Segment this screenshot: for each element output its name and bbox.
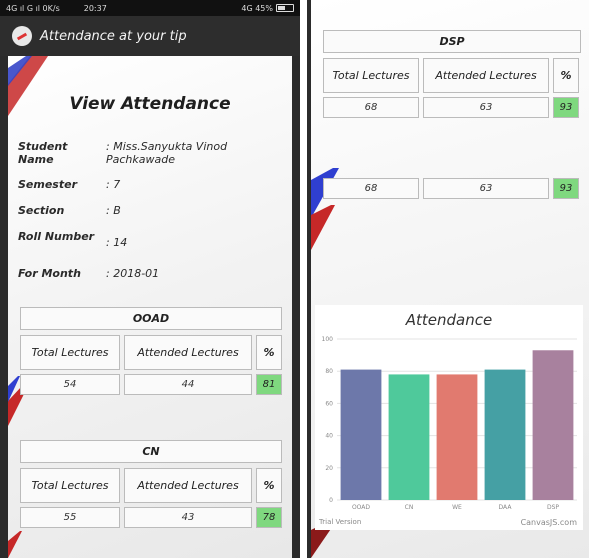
- percent-value: 81: [256, 374, 282, 395]
- attended-lectures-value: 63: [423, 178, 549, 199]
- x-tick-label: OOAD: [352, 504, 370, 511]
- info-label: For Month: [18, 267, 81, 280]
- x-tick-label: DAA: [499, 504, 513, 511]
- info-label: Roll Number: [18, 230, 95, 243]
- subject-values-row: 54 44 81: [20, 374, 282, 395]
- subject-header-row: Total Lectures Attended Lectures %: [20, 335, 282, 370]
- chart-canvas: 0 20 40 60 80 100 OOAD CN WE DAA DSP: [322, 336, 577, 511]
- percent-header: %: [256, 335, 282, 370]
- percent-value: 93: [553, 97, 579, 118]
- y-tick-label: 40: [325, 433, 333, 440]
- total-lectures-header: Total Lectures: [20, 468, 120, 503]
- subject-name: OOAD: [20, 307, 282, 330]
- app-logo-icon: [12, 26, 32, 46]
- attended-lectures-value: 63: [423, 97, 549, 118]
- attendance-chart: 0 20 40 60 80 100 OOAD CN WE DAA DSP Attendance Tr…: [315, 305, 583, 530]
- info-label: Section: [18, 204, 65, 217]
- total-lectures-value: 68: [323, 97, 419, 118]
- info-value: : 2018-01: [106, 267, 160, 280]
- bar-we: [436, 374, 478, 500]
- subject-card-dsp: DSP Total Lectures Attended Lectures % 6…: [323, 30, 581, 118]
- screenshot-root: 4G ıl G ıl 0K/s 20:37 4G 45% Attendance …: [0, 0, 589, 558]
- attended-lectures-header: Attended Lectures: [124, 335, 252, 370]
- y-tick-label: 100: [322, 336, 334, 343]
- battery-icon: [276, 4, 294, 12]
- subject-values-row-duplicate: 68 63 93: [323, 178, 581, 199]
- app-bar: Attendance at your tip: [0, 16, 300, 56]
- right-phone-screen: DSP Total Lectures Attended Lectures % 6…: [307, 0, 589, 558]
- info-row-for-month: For Month : 2018-01: [18, 267, 288, 280]
- info-row-roll-number: Roll Number : 14: [18, 230, 288, 249]
- bar-daa: [484, 369, 526, 500]
- page-title: View Attendance: [69, 94, 231, 114]
- total-lectures-header: Total Lectures: [323, 58, 419, 93]
- subject-values-row: 68 63 93: [323, 97, 581, 118]
- subject-values-row: 68 63 93: [323, 178, 581, 199]
- y-tick-label: 80: [325, 368, 333, 375]
- x-tick-label: CN: [405, 504, 414, 511]
- bar-cn: [388, 374, 430, 500]
- info-label: Semester: [18, 178, 77, 191]
- dsp-attendance-page: DSP Total Lectures Attended Lectures % 6…: [311, 0, 589, 558]
- total-lectures-header: Total Lectures: [20, 335, 120, 370]
- total-lectures-value: 68: [323, 178, 419, 199]
- chart-title: Attendance: [405, 311, 493, 329]
- info-value: : B: [106, 204, 121, 217]
- subject-values-row: 55 43 78: [20, 507, 282, 528]
- subject-name: CN: [20, 440, 282, 463]
- app-title: Attendance at your tip: [40, 28, 187, 44]
- info-value: : Miss.Sanyukta Vinod Pachkawade: [106, 140, 228, 166]
- percent-value: 78: [256, 507, 282, 528]
- info-row-section: Section : B: [18, 204, 288, 217]
- battery-label: 4G 45%: [241, 3, 273, 13]
- trial-version-label: Trial Version: [319, 518, 362, 526]
- status-right: 4G 45%: [241, 4, 294, 13]
- view-attendance-page: View Attendance Student Name : Miss.Sany…: [8, 56, 292, 558]
- bar-dsp: [532, 350, 574, 500]
- percent-value: 93: [553, 178, 579, 199]
- y-tick-label: 0: [329, 497, 333, 504]
- info-label: Student Name: [18, 140, 68, 166]
- attended-lectures-header: Attended Lectures: [124, 468, 252, 503]
- subject-card-cn: CN Total Lectures Attended Lectures % 55…: [20, 440, 282, 528]
- info-value: : 14: [106, 236, 128, 249]
- percent-header: %: [553, 58, 579, 93]
- attended-lectures-value: 43: [124, 507, 252, 528]
- left-phone-screen: 4G ıl G ıl 0K/s 20:37 4G 45% Attendance …: [0, 0, 300, 558]
- percent-header: %: [256, 468, 282, 503]
- x-tick-label: DSP: [547, 504, 559, 511]
- subject-name: DSP: [323, 30, 581, 53]
- status-bar: 4G ıl G ıl 0K/s 20:37 4G 45%: [0, 0, 300, 16]
- info-row-semester: Semester : 7: [18, 178, 288, 191]
- info-value: : 7: [106, 178, 121, 191]
- total-lectures-value: 54: [20, 374, 120, 395]
- bar-ooad: [340, 369, 382, 500]
- info-row-student-name: Student Name : Miss.Sanyukta Vinod Pachk…: [18, 140, 288, 166]
- attended-lectures-value: 44: [124, 374, 252, 395]
- y-tick-label: 20: [325, 465, 333, 472]
- signal-indicator: 4G ıl G ıl 0K/s: [6, 3, 60, 13]
- clock: 20:37: [83, 3, 107, 13]
- subject-card-ooad: OOAD Total Lectures Attended Lectures % …: [20, 307, 282, 395]
- y-tick-label: 60: [325, 400, 333, 407]
- chart-credit-label: CanvasJS.com: [520, 518, 577, 527]
- total-lectures-value: 55: [20, 507, 120, 528]
- attended-lectures-header: Attended Lectures: [423, 58, 549, 93]
- subject-header-row: Total Lectures Attended Lectures %: [20, 468, 282, 503]
- x-tick-label: WE: [452, 504, 462, 511]
- subject-header-row: Total Lectures Attended Lectures %: [323, 58, 581, 93]
